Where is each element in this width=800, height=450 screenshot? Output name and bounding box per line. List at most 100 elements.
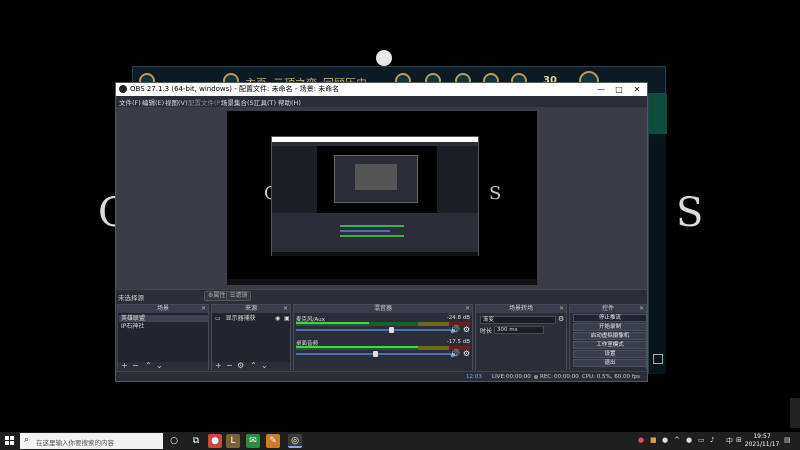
transitions-dock-title: 场景转场 [508,305,533,312]
settings-button[interactable]: 设置 [573,350,647,358]
move-down-icon[interactable]: ⌄ [156,362,163,370]
gear-icon[interactable]: ⚙ [463,349,470,358]
mixer-dock: 混音器 ✕ 麦克风/Aux -24.8 dB 🔊 ⚙ 桌面音频 -17.5 dB [293,304,473,370]
start-virtual-camera-button[interactable]: 启动虚拟摄像机 [573,332,647,340]
move-up-icon[interactable]: ⌃ [145,362,152,370]
volume-icon[interactable]: ♪ [710,436,714,444]
clock-date: 2021/11/17 [744,441,780,448]
minimize-button[interactable]: — [592,83,610,96]
menu-profile[interactable]: 配置文件(P) [188,97,223,107]
tray-app-icon[interactable]: ■ [650,436,657,444]
move-up-icon[interactable]: ⌃ [250,362,257,370]
obs-window-title: OBS 27.1.3 (64-bit, windows) - 配置文件: 未命名… [130,85,340,93]
duration-input[interactable]: 300 ms [494,326,544,334]
preview-canvas[interactable]: C S [227,111,537,285]
source-item[interactable]: ▭ 显示器捕获 ◉ ▣ [213,315,291,322]
start-button[interactable] [5,436,15,446]
source-settings-gear-icon[interactable]: ⚙ [237,362,244,370]
filters-button[interactable]: ☰滤镜 [226,291,252,301]
game-side-button[interactable] [653,354,663,364]
rec-status-dot-icon [534,375,538,379]
tray-app-icon[interactable]: ● [662,436,668,444]
nested-taskbar [272,252,478,256]
sources-dock-header: 来源 ✕ [212,305,290,313]
tray-app-icon[interactable]: ● [638,436,644,444]
menu-edit[interactable]: 编辑(E) [142,97,164,107]
exit-button[interactable]: 退出 [573,359,647,367]
mixer-dock-footer [294,362,472,370]
transitions-body: 渐变 ⚙ 时长 300 ms [476,313,566,362]
start-recording-button[interactable]: 开始录制 [573,323,647,331]
remove-scene-icon[interactable]: − [132,362,139,370]
studio-mode-button[interactable]: 工作室模式 [573,341,647,349]
menu-scene-collection[interactable]: 场景集合(S) [221,97,256,107]
search-icon: ⌕ [24,435,30,445]
volume-level [296,322,370,324]
monitor-icon: ▭ [215,315,221,322]
menu-view[interactable]: 视图(V) [165,97,188,107]
close-button[interactable]: ✕ [628,83,646,96]
dock-close-icon[interactable]: ✕ [639,305,644,313]
mixer-channel-db: -17.5 dB [446,339,470,345]
cortana-icon[interactable]: ○ [167,434,181,448]
obs-titlebar[interactable]: OBS 27.1.3 (64-bit, windows) - 配置文件: 未命名… [116,83,647,96]
transitions-dock-header: 场景转场 ✕ [476,305,566,313]
volume-slider-knob[interactable] [373,351,378,357]
app-orange-icon[interactable]: ✎ [266,434,280,448]
dock-close-icon[interactable]: ✕ [201,305,206,313]
speaker-icon[interactable]: 🔊 [450,349,460,358]
tray-app-icon[interactable]: ● [686,436,692,444]
nested-preview-window [334,155,418,203]
rec-time: 00:00:00 [554,374,579,380]
dock-close-icon[interactable]: ✕ [283,305,288,313]
preview-area[interactable]: C S [116,107,647,289]
league-client-icon[interactable]: L [226,434,240,448]
obs-menubar: 文件(F) 编辑(E) 视图(V) 配置文件(P) 场景集合(S) 工具(T) … [116,96,647,107]
add-scene-icon[interactable]: + [121,362,128,370]
search-placeholder: 在这里输入你要搜索的内容 [36,439,114,447]
notification-icon[interactable]: ▤ [784,436,791,444]
ime-language-indicator[interactable]: 中 [726,436,733,446]
lock-icon[interactable]: ▣ [284,315,290,322]
dock-close-icon[interactable]: ✕ [559,305,564,313]
transition-type-select[interactable]: 渐变 [480,316,556,324]
scenes-dock: 场景 ✕ 英雄联盟 IP石神社 + − ⌃ ⌄ [117,304,209,370]
preview-nested-obs [271,136,479,256]
move-down-icon[interactable]: ⌄ [261,362,268,370]
nested-preview-inner [355,164,397,190]
tray-chevron-icon[interactable]: ^ [674,436,680,444]
menu-file[interactable]: 文件(F) [119,97,141,107]
dock-close-icon[interactable]: ✕ [465,305,470,313]
controls-body: 停止推流 开始录制 启动虚拟摄像机 工作室模式 设置 退出 [570,313,647,370]
visibility-eye-icon[interactable]: ◉ [275,315,280,322]
transition-settings-gear-icon[interactable]: ⚙ [558,315,564,323]
selected-source-label: 未选择源 [118,294,144,302]
menu-tools[interactable]: 工具(T) [254,97,276,107]
task-view-icon[interactable]: ⧉ [189,434,203,448]
menu-help[interactable]: 帮助(H) [278,97,301,107]
volume-slider[interactable] [296,329,454,331]
remove-source-icon[interactable]: − [226,362,233,370]
controls-dock-header: 控件 ✕ [570,305,646,313]
gear-icon[interactable]: ⚙ [463,325,470,334]
scene-item[interactable]: IP石神社 [119,323,209,330]
network-icon[interactable]: ▭ [698,436,705,444]
obs-taskbar-icon[interactable]: ◎ [288,434,302,448]
status-bar: 12:03 LIVE: 00:00:00 REC: 00:00:00 CPU: … [116,371,647,381]
scene-item[interactable]: 英雄联盟 [119,315,209,322]
add-source-icon[interactable]: + [215,362,222,370]
sources-dock-title: 来源 [244,305,257,312]
ime-mode-icon[interactable]: ⊞ [736,436,742,444]
taskbar-clock[interactable]: 19:57 2021/11/17 [744,433,780,449]
scenes-list: 英雄联盟 IP石神社 [118,313,209,362]
bitrate-indicator: 12:03 [466,374,482,380]
wechat-icon[interactable]: ✉ [246,434,260,448]
game-emblem-icon [376,50,392,66]
maximize-button[interactable]: □ [610,83,628,96]
chrome-icon[interactable]: ● [208,434,222,448]
stop-streaming-button[interactable]: 停止推流 [573,314,647,322]
speaker-icon[interactable]: 🔊 [450,325,460,334]
taskbar-search-box[interactable]: ⌕ 在这里输入你要搜索的内容 [20,433,163,449]
volume-slider-knob[interactable] [388,327,394,333]
cpu-fps: CPU: 0.5%, 60.00 fps [582,374,641,380]
